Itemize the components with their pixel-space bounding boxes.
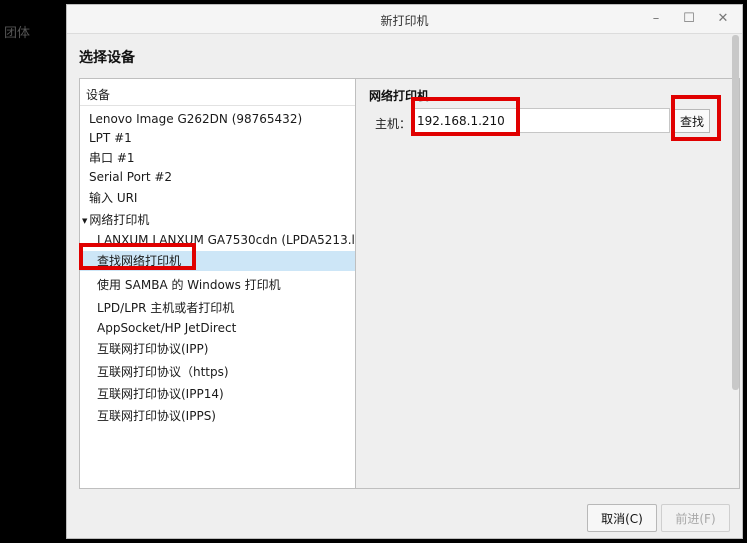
list-item-find-network-printer[interactable]: 查找网络打印机	[80, 251, 355, 271]
find-button[interactable]: 查找	[674, 109, 710, 133]
list-item[interactable]: LPD/LPR 主机或者打印机	[80, 298, 355, 318]
list-item-network-printers[interactable]: ▼ 网络打印机	[80, 210, 355, 230]
list-item[interactable]: 互联网打印协议（https)	[80, 362, 355, 382]
expand-triangle-icon[interactable]: ▼	[82, 211, 87, 231]
title-bar: 新打印机 – ☐ ✕	[67, 5, 742, 34]
minimize-icon[interactable]: –	[645, 10, 667, 28]
cancel-button[interactable]: 取消(C)	[587, 504, 657, 532]
new-printer-dialog: 新打印机 – ☐ ✕ 选择设备 设备 Lenovo Image G262DN (…	[66, 4, 743, 539]
host-label: 主机：	[375, 117, 412, 131]
window-title: 新打印机	[380, 14, 429, 28]
section-title: 网络打印机	[369, 89, 430, 103]
list-item[interactable]: 互联网打印协议(IPPS)	[80, 406, 355, 426]
list-item-label: 网络打印机	[89, 213, 150, 227]
host-input[interactable]	[412, 108, 670, 133]
close-icon[interactable]: ✕	[712, 10, 734, 28]
column-header-device: 设备	[86, 88, 111, 102]
list-item[interactable]: AppSocket/HP JetDirect	[80, 318, 355, 338]
background-text: 团体	[4, 26, 31, 41]
list-item[interactable]: 使用 SAMBA 的 Windows 打印机	[80, 275, 355, 295]
network-printer-panel: 网络打印机 主机： 查找	[356, 78, 740, 489]
list-item[interactable]: Serial Port #2	[80, 167, 355, 187]
list-item[interactable]: 串口 #1	[80, 148, 355, 168]
list-item[interactable]: LPT #1	[80, 128, 355, 148]
scrollbar[interactable]	[732, 35, 739, 390]
maximize-icon[interactable]: ☐	[678, 10, 700, 28]
list-item[interactable]: Lenovo Image G262DN (98765432)	[80, 109, 355, 129]
device-list[interactable]: 设备 Lenovo Image G262DN (98765432) LPT #1…	[79, 78, 356, 489]
list-item[interactable]: 互联网打印协议(IPP14)	[80, 384, 355, 404]
page-title: 选择设备	[79, 50, 135, 66]
list-item[interactable]: 输入 URI	[80, 188, 355, 208]
list-item[interactable]: 互联网打印协议(IPP)	[80, 339, 355, 359]
device-list-header: 设备	[80, 79, 355, 106]
forward-button[interactable]: 前进(F)	[661, 504, 730, 532]
list-item[interactable]: LANXUM LANXUM GA7530cdn (LPDA5213.local)	[80, 230, 355, 250]
